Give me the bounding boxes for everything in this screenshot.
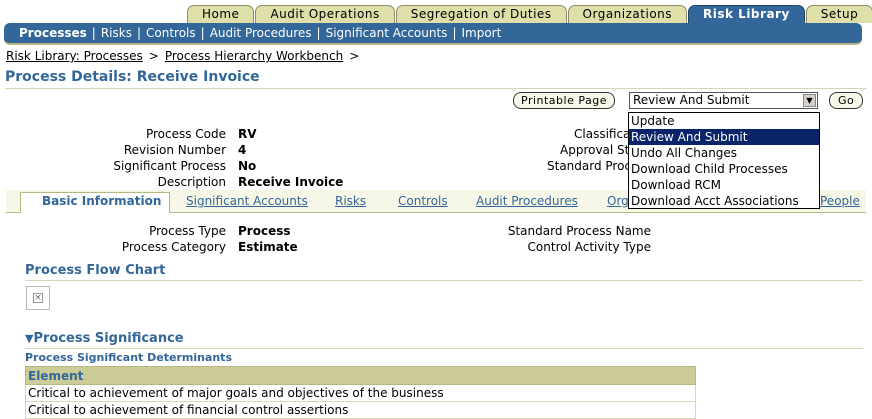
- action-dropdown-list: Update Review And Submit Undo All Change…: [628, 112, 820, 209]
- significant-determinants-header: Process Significant Determinants: [25, 351, 232, 364]
- breadcrumb-separator: >: [349, 49, 360, 63]
- table-row: Critical to achievement of major goals a…: [25, 384, 696, 402]
- subnav-controls[interactable]: Controls: [141, 26, 201, 40]
- approval-status-label: Approval Sta: [560, 143, 637, 157]
- subnav-import[interactable]: Import: [456, 26, 506, 40]
- flow-chart-header: Process Flow Chart: [25, 263, 166, 278]
- breadcrumb-link-workbench[interactable]: Process Hierarchy Workbench: [165, 49, 343, 63]
- standard-process-label: Standard Proc: [547, 159, 632, 173]
- dropdown-option-download-child-processes[interactable]: Download Child Processes: [629, 161, 819, 177]
- revision-number-label: Revision Number: [123, 143, 226, 157]
- table-row: Critical to achievement of financial con…: [25, 401, 696, 419]
- subnav-significant-accounts[interactable]: Significant Accounts: [321, 26, 453, 40]
- table-header-element: Element: [25, 366, 696, 385]
- description-value: Receive Invoice: [238, 175, 344, 189]
- chevron-down-icon[interactable]: ▼: [803, 94, 816, 107]
- process-code-label: Process Code: [145, 127, 226, 141]
- dropdown-option-undo-all-changes[interactable]: Undo All Changes: [629, 145, 819, 161]
- dropdown-option-download-acct-associations[interactable]: Download Acct Associations: [629, 193, 819, 209]
- dropdown-option-download-rcm[interactable]: Download RCM: [629, 177, 819, 193]
- significant-process-value: No: [238, 159, 257, 173]
- subnav-processes[interactable]: Processes: [14, 26, 92, 40]
- process-significance-header[interactable]: ▼Process Significance: [25, 331, 184, 346]
- section-divider: [25, 348, 863, 349]
- breadcrumb-link-processes[interactable]: Risk Library: Processes: [6, 49, 143, 63]
- table-cell: Critical to achievement of financial con…: [25, 401, 696, 419]
- subtab-significant-accounts[interactable]: Significant Accounts: [186, 194, 308, 208]
- tab-risk-library[interactable]: Risk Library: [688, 5, 805, 23]
- subtab-org[interactable]: Org: [607, 194, 629, 208]
- page-title: Process Details: Receive Invoice: [5, 69, 260, 85]
- subtab-people[interactable]: People: [820, 194, 860, 208]
- dropdown-option-review-and-submit[interactable]: Review And Submit: [629, 129, 819, 145]
- broken-image-icon: ×: [33, 293, 43, 303]
- subnav-audit-procedures[interactable]: Audit Procedures: [205, 26, 317, 40]
- subtab-audit-procedures[interactable]: Audit Procedures: [476, 194, 578, 208]
- top-tab-bar: Home Audit Operations Segregation of Dut…: [187, 5, 872, 23]
- flow-chart-image[interactable]: ×: [26, 286, 50, 310]
- process-code-value: RV: [238, 127, 257, 141]
- tab-segregation-of-duties[interactable]: Segregation of Duties: [395, 5, 567, 23]
- standard-process-name-label: Standard Process Name: [507, 224, 651, 238]
- tab-audit-operations[interactable]: Audit Operations: [255, 5, 395, 23]
- process-type-value: Process: [238, 224, 291, 238]
- tab-home[interactable]: Home: [187, 5, 255, 23]
- determinants-table: Element Critical to achievement of major…: [25, 366, 696, 419]
- subnav-risks[interactable]: Risks: [96, 26, 137, 40]
- tab-setup[interactable]: Setup: [805, 5, 872, 23]
- control-activity-type-label: Control Activity Type: [527, 240, 651, 254]
- revision-number-value: 4: [238, 143, 247, 157]
- subtab-controls[interactable]: Controls: [398, 194, 448, 208]
- section-divider: [25, 280, 863, 281]
- global-subnav: Processes | Risks | Controls | Audit Pro…: [4, 23, 862, 45]
- action-select[interactable]: Review And Submit ▼: [629, 92, 818, 109]
- table-cell: Critical to achievement of major goals a…: [25, 384, 696, 402]
- title-divider: [5, 88, 867, 89]
- process-category-value: Estimate: [238, 240, 298, 254]
- classification-label: Classifica: [574, 127, 631, 141]
- subtab-basic-information[interactable]: Basic Information: [42, 194, 161, 208]
- subtab-risks[interactable]: Risks: [335, 194, 366, 208]
- breadcrumb-separator: >: [148, 49, 159, 63]
- process-type-label: Process Type: [149, 224, 226, 238]
- dropdown-option-update[interactable]: Update: [629, 113, 819, 129]
- breadcrumb: Risk Library: Processes > Process Hierar…: [6, 49, 359, 63]
- description-label: Description: [157, 175, 226, 189]
- tab-organizations[interactable]: Organizations: [567, 5, 688, 23]
- printable-page-button[interactable]: Printable Page: [513, 92, 615, 109]
- go-button[interactable]: Go: [829, 92, 864, 109]
- significant-process-label: Significant Process: [113, 159, 226, 173]
- process-category-label: Process Category: [121, 240, 226, 254]
- process-significance-title: Process Significance: [33, 331, 184, 346]
- action-select-value: Review And Submit: [633, 93, 750, 107]
